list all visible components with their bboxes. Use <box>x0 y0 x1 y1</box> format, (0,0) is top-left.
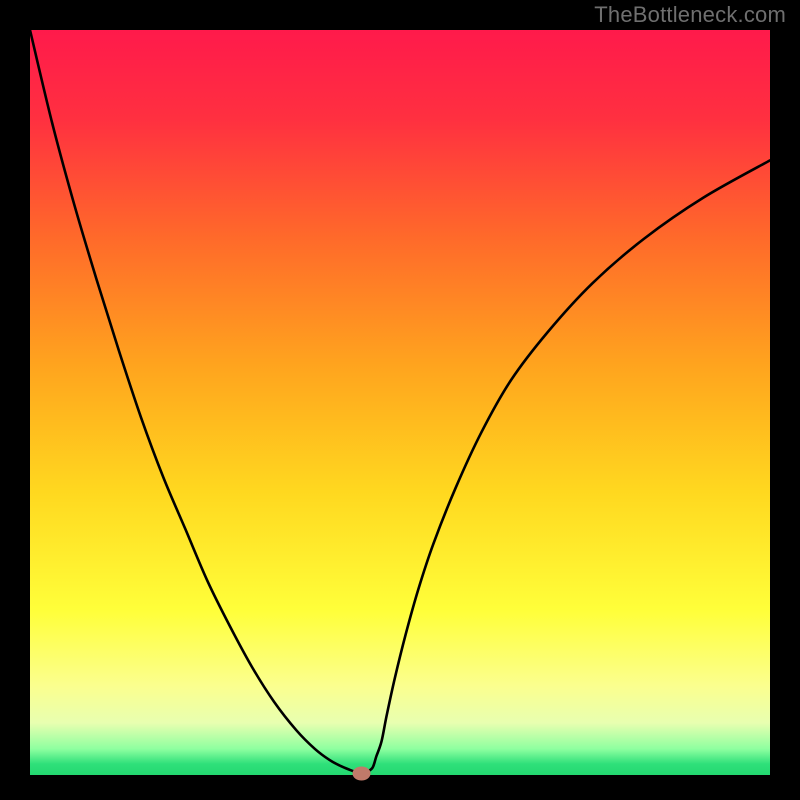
optimal-point-marker <box>353 767 371 781</box>
watermark-text: TheBottleneck.com <box>594 2 786 28</box>
bottleneck-chart <box>0 0 800 800</box>
chart-frame: { "watermark": "TheBottleneck.com", "cha… <box>0 0 800 800</box>
plot-background <box>30 30 770 775</box>
